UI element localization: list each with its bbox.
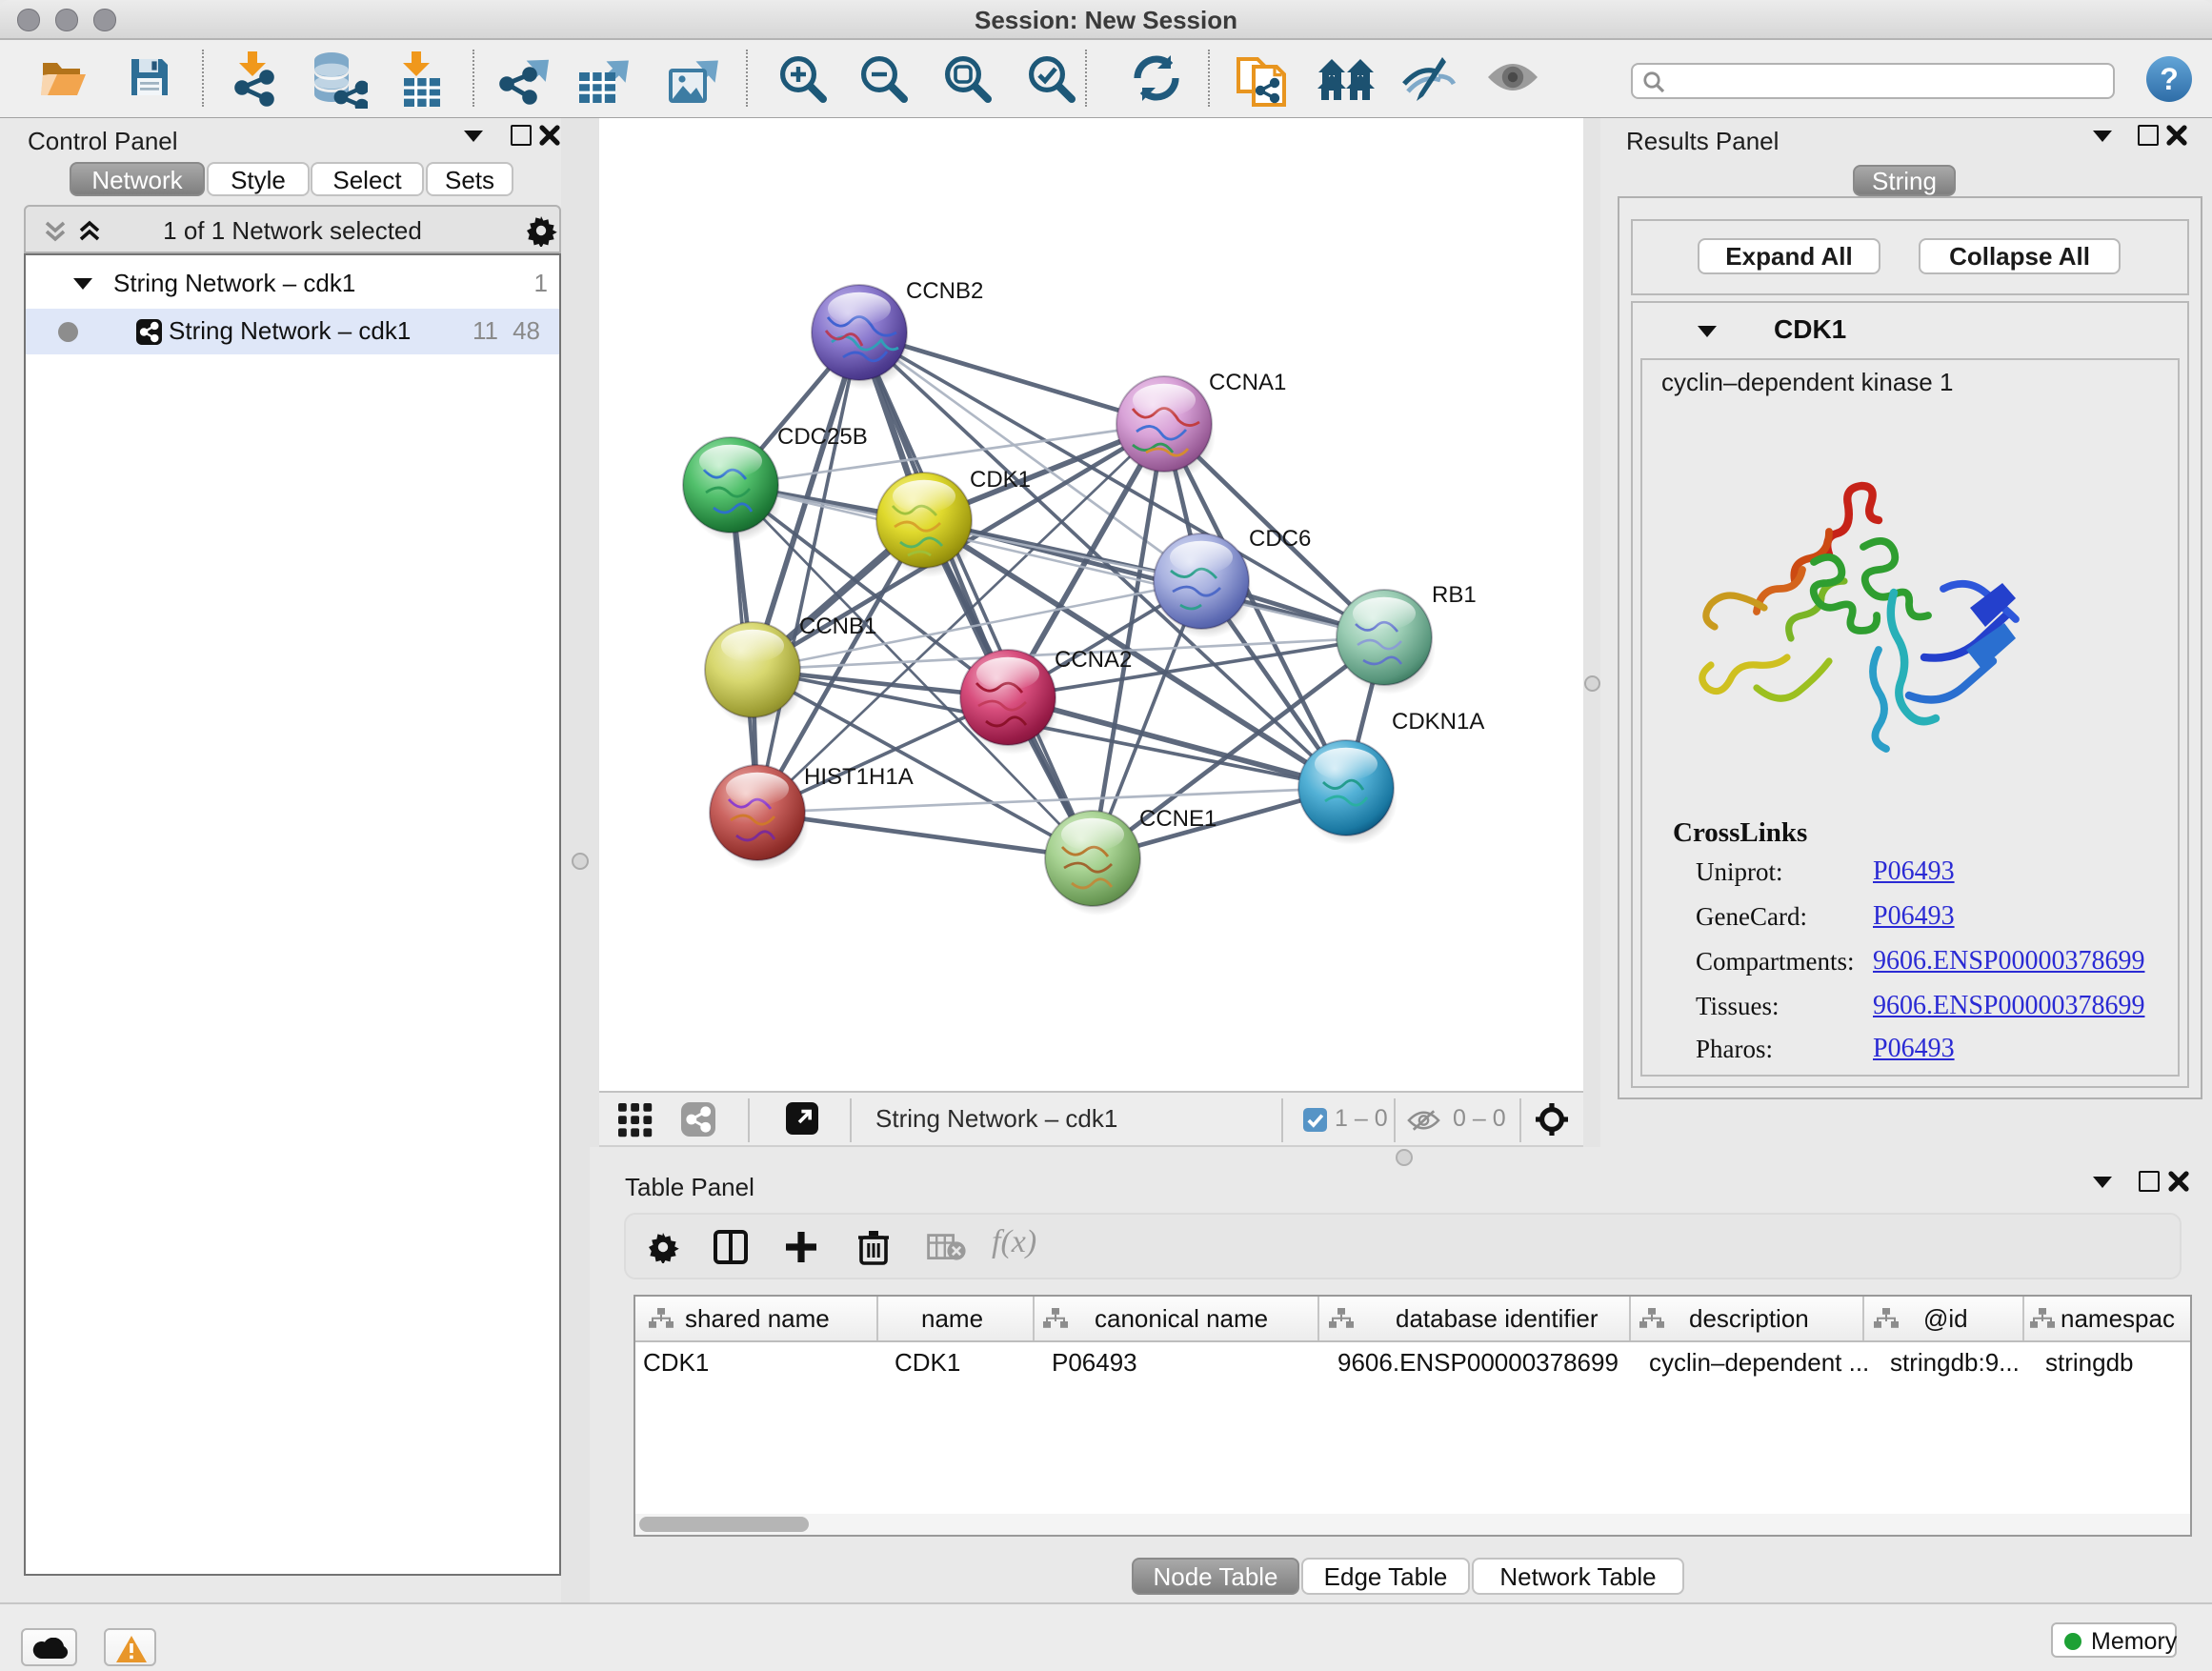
svg-text:RB1: RB1 [1432,582,1477,608]
svg-text:CCNB2: CCNB2 [906,278,983,304]
svg-text:CCNB1: CCNB1 [799,614,876,639]
svg-text:CDC6: CDC6 [1249,526,1311,552]
svg-text:CDKN1A: CDKN1A [1392,709,1484,735]
svg-text:CDK1: CDK1 [970,467,1031,493]
svg-text:CCNE1: CCNE1 [1139,806,1217,832]
svg-text:CCNA2: CCNA2 [1055,647,1132,673]
svg-text:?: ? [2160,62,2179,96]
svg-text:HIST1H1A: HIST1H1A [804,764,914,790]
svg-text:CCNA1: CCNA1 [1209,370,1286,395]
svg-text:CDC25B: CDC25B [777,424,868,450]
